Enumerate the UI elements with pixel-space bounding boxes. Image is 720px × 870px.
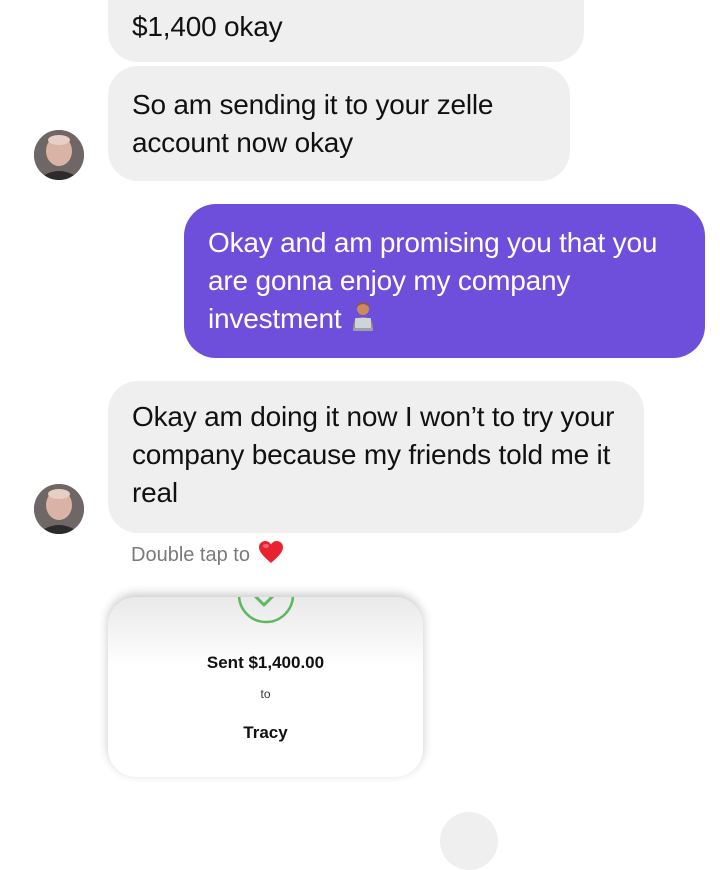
double-tap-hint[interactable]: Double tap to: [131, 540, 284, 570]
message-bubble-incoming[interactable]: $1,400 okay: [108, 0, 584, 62]
sender-avatar[interactable]: [34, 130, 84, 180]
check-circle-icon: [237, 597, 295, 624]
message-text: So am sending it to your zelle account n…: [132, 89, 494, 158]
message-bubble-incoming[interactable]: So am sending it to your zelle account n…: [108, 66, 570, 181]
sender-avatar[interactable]: [34, 484, 84, 534]
payment-recipient: Tracy: [243, 723, 288, 742]
message-bubble-incoming[interactable]: Okay am doing it now I won’t to try your…: [108, 381, 644, 533]
message-text: Okay and am promising you that you are g…: [208, 227, 658, 334]
message-text: $1,400 okay: [132, 11, 283, 42]
person-with-laptop-emoji: [349, 301, 377, 341]
avatar-photo: [34, 130, 84, 180]
typing-indicator-bubble: [440, 812, 498, 870]
message-text: Okay am doing it now I won’t to try your…: [132, 401, 615, 508]
payment-amount: Sent $1,400.00: [206, 653, 325, 672]
payment-to-label: to: [260, 687, 271, 701]
avatar-photo: [34, 484, 84, 534]
message-bubble-outgoing[interactable]: Okay and am promising you that you are g…: [184, 204, 705, 358]
payment-card[interactable]: Sent $1,400.00 to Tracy: [108, 597, 423, 777]
heart-icon: [258, 540, 284, 570]
double-tap-label: Double tap to: [131, 543, 250, 566]
